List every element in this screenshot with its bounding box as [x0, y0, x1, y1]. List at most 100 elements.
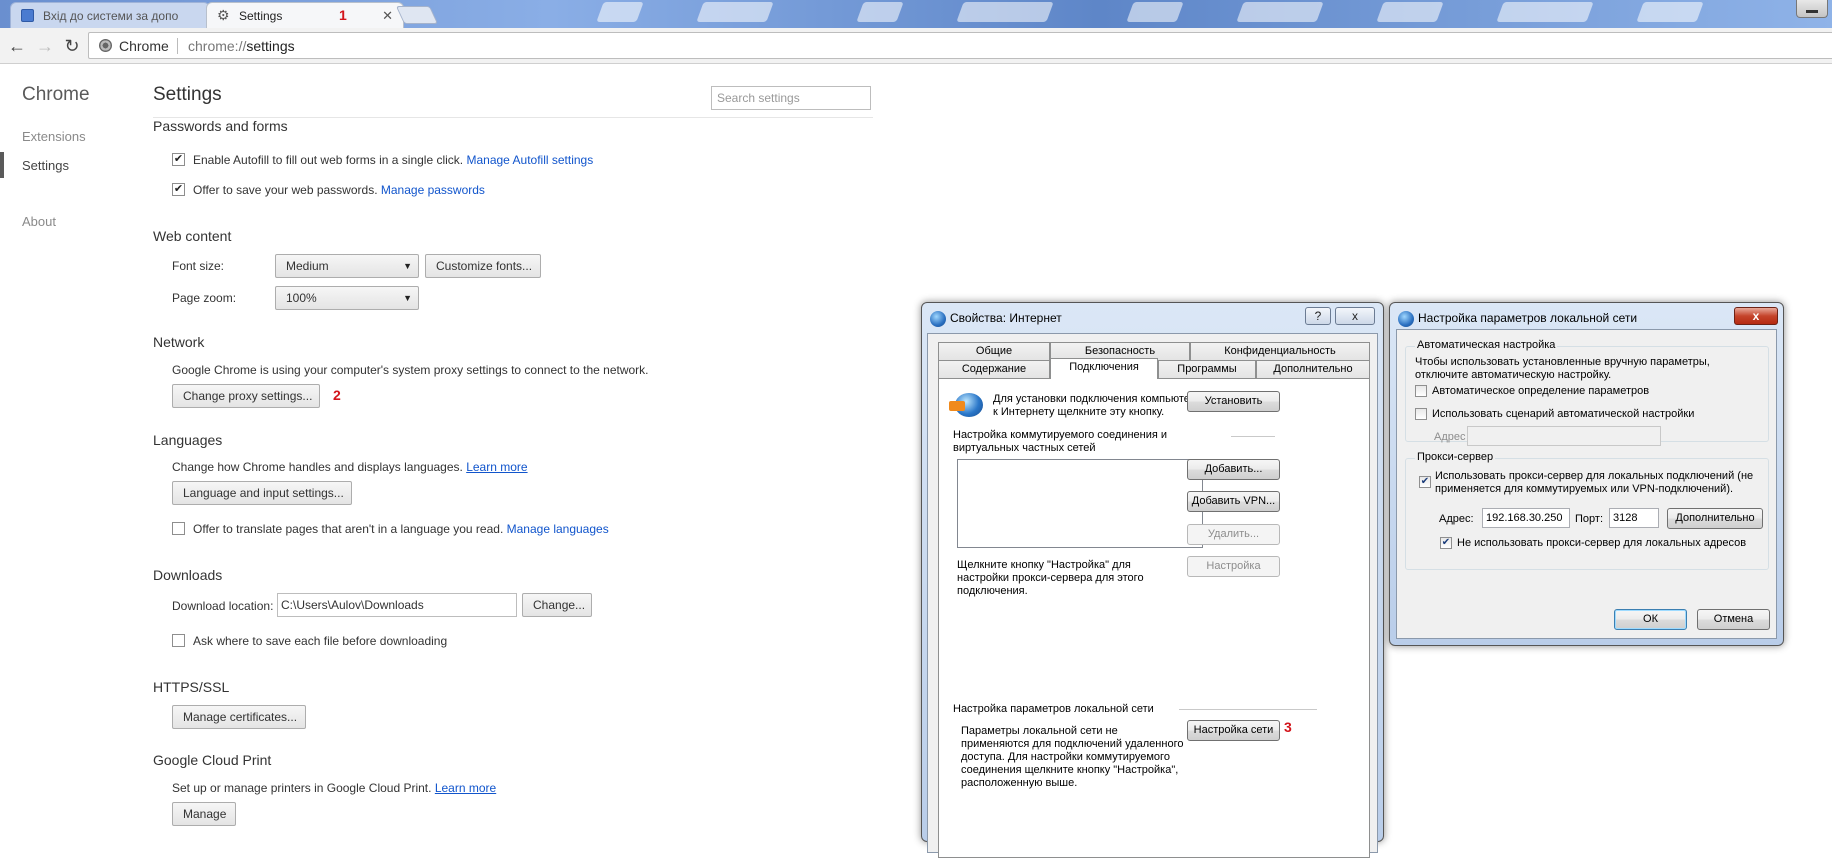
- sidebar-active-indicator: [0, 152, 4, 178]
- help-button[interactable]: ?: [1305, 307, 1331, 325]
- autofill-checkbox[interactable]: ✔: [172, 153, 185, 166]
- proxy-hint: Щелкните кнопку "Настройка" для настройк…: [957, 559, 1144, 597]
- sidebar-title: Chrome: [22, 84, 90, 105]
- use-proxy-label: Использовать прокси-сервер для локальных…: [1435, 470, 1754, 495]
- tab-programs[interactable]: Программы: [1158, 360, 1256, 379]
- forward-icon[interactable]: →: [34, 35, 56, 57]
- url-path: settings: [246, 38, 295, 54]
- sidebar-item-settings[interactable]: Settings: [22, 158, 69, 173]
- cancel-button[interactable]: Отмена: [1697, 609, 1770, 630]
- auto-script-checkbox[interactable]: [1415, 408, 1427, 420]
- section-title-network: Network: [153, 334, 205, 350]
- gear-icon: ⚙: [217, 7, 230, 23]
- add-connection-button[interactable]: Добавить...: [1187, 459, 1280, 480]
- ask-where-to-save-label: Ask where to save each file before downl…: [193, 634, 448, 648]
- font-size-label: Font size:: [172, 259, 225, 273]
- internet-properties-dialog: Свойства: Интернет ? x Общие Безопасност…: [921, 302, 1384, 858]
- minimize-button[interactable]: [1796, 0, 1828, 18]
- reload-icon[interactable]: ↻: [61, 35, 83, 57]
- section-title-cloud-print: Google Cloud Print: [153, 752, 272, 768]
- auto-detect-checkbox[interactable]: [1415, 385, 1427, 397]
- manage-autofill-link[interactable]: Manage Autofill settings: [466, 153, 593, 167]
- auto-detect-label: Автоматическое определение параметров: [1432, 385, 1650, 397]
- advanced-proxy-button[interactable]: Дополнительно: [1667, 508, 1763, 529]
- section-title-downloads: Downloads: [153, 567, 223, 583]
- sidebar-item-extensions[interactable]: Extensions: [22, 129, 86, 144]
- ok-button[interactable]: ОК: [1614, 609, 1687, 630]
- page-icon: [21, 9, 34, 22]
- save-passwords-checkbox[interactable]: ✔: [172, 183, 185, 196]
- tab-login[interactable]: Вхід до системи за допо: [10, 2, 210, 28]
- add-vpn-button[interactable]: Добавить VPN...: [1187, 491, 1280, 512]
- auto-config-group-title: Автоматическая настройка: [1415, 339, 1558, 351]
- cloud-print-manage-button[interactable]: Manage: [172, 802, 236, 826]
- font-size-select[interactable]: Medium ▼: [275, 254, 419, 278]
- close-tab-icon[interactable]: ✕: [382, 8, 393, 24]
- cloud-print-learn-more-link[interactable]: Learn more: [435, 781, 496, 795]
- close-button[interactable]: x: [1335, 307, 1375, 325]
- chevron-down-icon: ▼: [403, 261, 412, 271]
- auto-script-label: Использовать сценарий автоматической нас…: [1432, 408, 1695, 420]
- chevron-down-icon: ▼: [403, 293, 412, 303]
- tab-connections[interactable]: Подключения: [1050, 358, 1158, 379]
- page-zoom-select[interactable]: 100% ▼: [275, 286, 419, 310]
- tab-settings[interactable]: ⚙ Settings 1 ✕: [206, 2, 404, 28]
- change-download-location-button[interactable]: Change...: [522, 593, 592, 617]
- close-button[interactable]: x: [1734, 307, 1778, 325]
- script-address-input[interactable]: [1467, 426, 1661, 446]
- autofill-label: Enable Autofill to fill out web forms in…: [193, 153, 464, 167]
- use-proxy-checkbox[interactable]: ✔: [1419, 476, 1431, 488]
- connections-list[interactable]: [957, 459, 1203, 548]
- manage-languages-link[interactable]: Manage languages: [507, 522, 609, 536]
- dialog-body: Общие Безопасность Конфиденциальность Со…: [927, 333, 1378, 858]
- dialog-title: Настройка параметров локальной сети: [1418, 311, 1638, 325]
- ask-where-to-save-checkbox[interactable]: [172, 634, 185, 647]
- connection-settings-button[interactable]: Настройка: [1187, 556, 1280, 577]
- languages-row: Change how Chrome handles and displays l…: [172, 460, 528, 474]
- manage-passwords-link[interactable]: Manage passwords: [381, 183, 485, 197]
- section-title-languages: Languages: [153, 432, 223, 448]
- internet-options-icon: [930, 311, 946, 327]
- annotation-marker-2: 2: [333, 387, 341, 403]
- section-title-web-content: Web content: [153, 228, 232, 244]
- lan-section-title: Настройка параметров локальной сети: [953, 703, 1154, 715]
- download-location-input[interactable]: [277, 593, 517, 617]
- change-proxy-settings-button[interactable]: Change proxy settings...: [172, 384, 320, 408]
- browser-toolbar: ← → ↻ Chrome chrome://settings: [0, 28, 1832, 64]
- chrome-page-icon: [99, 39, 112, 52]
- tab-privacy[interactable]: Конфиденциальность: [1190, 342, 1370, 361]
- translate-checkbox[interactable]: [172, 522, 185, 535]
- tab-general[interactable]: Общие: [938, 342, 1050, 361]
- port-input[interactable]: [1609, 508, 1659, 528]
- bypass-local-checkbox[interactable]: ✔: [1440, 537, 1452, 549]
- lan-settings-button[interactable]: Настройка сети: [1187, 720, 1280, 741]
- languages-description: Change how Chrome handles and displays l…: [172, 460, 463, 474]
- dialog-body: Автоматическая настройка Чтобы использов…: [1396, 329, 1777, 639]
- setup-button[interactable]: Установить: [1187, 391, 1280, 412]
- languages-learn-more-link[interactable]: Learn more: [466, 460, 527, 474]
- save-passwords-row: Offer to save your web passwords. Manage…: [193, 183, 485, 197]
- section-divider: [1179, 709, 1317, 710]
- address-chip: Chrome: [119, 38, 169, 54]
- manage-certificates-button[interactable]: Manage certificates...: [172, 705, 306, 729]
- proxy-address-input[interactable]: [1482, 508, 1570, 528]
- address-bar[interactable]: Chrome chrome://settings: [88, 32, 1832, 59]
- setup-description: Для установки подключения компьютера к И…: [993, 393, 1203, 418]
- proxy-server-group-title: Прокси-сервер: [1415, 451, 1496, 463]
- tab-advanced[interactable]: Дополнительно: [1256, 360, 1370, 379]
- language-input-settings-button[interactable]: Language and input settings...: [172, 481, 352, 505]
- sidebar-item-about[interactable]: About: [22, 214, 56, 229]
- search-input[interactable]: [711, 86, 871, 110]
- remove-connection-button[interactable]: Удалить...: [1187, 524, 1280, 545]
- translate-row: Offer to translate pages that aren't in …: [193, 522, 609, 536]
- connections-panel: Для установки подключения компьютера к И…: [938, 378, 1370, 858]
- lan-description: Параметры локальной сети не применяются …: [961, 725, 1184, 789]
- customize-fonts-button[interactable]: Customize fonts...: [425, 254, 541, 278]
- tab-strip: Вхід до системи за допо ⚙ Settings 1 ✕: [0, 0, 1832, 28]
- tab-content[interactable]: Содержание: [938, 360, 1050, 379]
- back-icon[interactable]: ←: [6, 35, 28, 57]
- download-location-label: Download location:: [172, 599, 274, 613]
- new-tab-button[interactable]: [395, 6, 439, 24]
- auto-config-description: Чтобы использовать установленные вручную…: [1415, 356, 1710, 381]
- save-passwords-label: Offer to save your web passwords.: [193, 183, 378, 197]
